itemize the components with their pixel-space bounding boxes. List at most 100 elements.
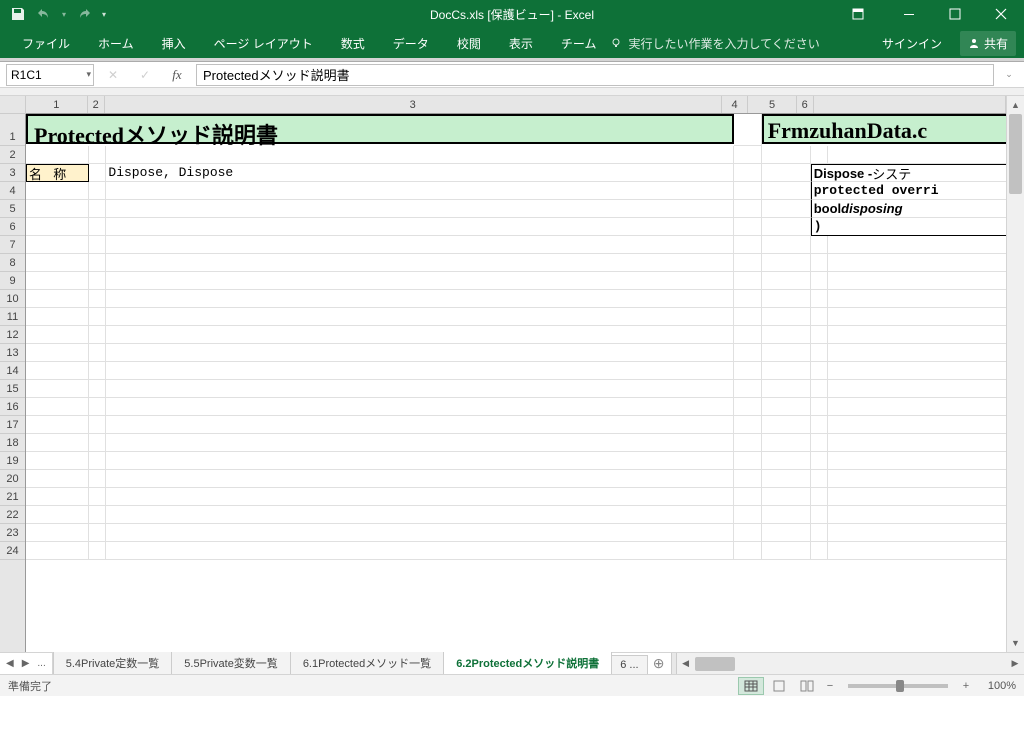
cell[interactable] [26, 362, 89, 380]
col-header[interactable]: 1 [26, 96, 88, 113]
enter-formula-button[interactable]: ✓ [132, 64, 158, 86]
cell[interactable] [734, 236, 761, 254]
label-cell-name[interactable]: 名 称 [26, 164, 89, 182]
col-header[interactable]: 3 [105, 96, 722, 113]
cell[interactable] [762, 290, 811, 308]
tell-me-search[interactable]: 実行したい作業を入力してください [610, 35, 819, 52]
row-header[interactable]: 22 [0, 506, 25, 524]
tab-home[interactable]: ホーム [84, 28, 148, 58]
cell[interactable] [734, 254, 761, 272]
cell[interactable] [89, 308, 107, 326]
cell[interactable] [89, 416, 107, 434]
cell[interactable] [89, 398, 107, 416]
cell[interactable] [734, 362, 761, 380]
cell[interactable] [811, 488, 829, 506]
cell[interactable] [811, 254, 829, 272]
maximize-button[interactable] [932, 0, 978, 28]
cell[interactable] [828, 506, 1024, 524]
cell[interactable] [89, 290, 107, 308]
minimize-button[interactable] [886, 0, 932, 28]
cell[interactable] [811, 398, 829, 416]
cell[interactable] [89, 362, 107, 380]
cell[interactable] [106, 380, 734, 398]
cell[interactable] [762, 236, 811, 254]
cell[interactable] [89, 164, 107, 182]
cell[interactable] [26, 146, 89, 164]
cell[interactable] [828, 380, 1024, 398]
cell[interactable] [734, 506, 761, 524]
cell[interactable] [762, 416, 811, 434]
cell[interactable] [89, 452, 107, 470]
cell[interactable] [811, 452, 829, 470]
cell[interactable] [811, 326, 829, 344]
cell[interactable] [106, 146, 734, 164]
cell[interactable] [828, 290, 1024, 308]
cell[interactable] [106, 254, 734, 272]
formula-input[interactable]: Protectedメソッド説明書 [196, 64, 994, 86]
cell[interactable] [734, 146, 761, 164]
cell[interactable] [26, 272, 89, 290]
cell[interactable] [734, 114, 761, 146]
cell[interactable] [89, 344, 107, 362]
row-header[interactable]: 12 [0, 326, 25, 344]
cell[interactable] [762, 182, 811, 200]
cell[interactable] [106, 416, 734, 434]
cell[interactable] [762, 164, 811, 182]
fx-button[interactable]: fx [164, 64, 190, 86]
cell[interactable] [89, 272, 107, 290]
cell[interactable] [811, 434, 829, 452]
sheet-nav-prev-icon[interactable]: ◀ [6, 658, 14, 669]
sheet-nav-next-icon[interactable]: ▶ [22, 658, 30, 669]
scroll-up-icon[interactable]: ▲ [1007, 96, 1024, 114]
cell[interactable] [26, 416, 89, 434]
chevron-down-icon[interactable]: ▾ [86, 69, 91, 80]
col-header[interactable]: 6 [797, 96, 814, 113]
row-header[interactable]: 2 [0, 146, 25, 164]
cell[interactable] [26, 308, 89, 326]
cell[interactable] [734, 290, 761, 308]
cell[interactable] [762, 488, 811, 506]
cell[interactable] [106, 488, 734, 506]
cell[interactable] [734, 308, 761, 326]
scroll-left-icon[interactable]: ◀ [677, 658, 695, 669]
cell[interactable] [734, 398, 761, 416]
cell[interactable] [734, 200, 761, 218]
cell[interactable] [828, 146, 1024, 164]
cell[interactable] [106, 470, 734, 488]
cell[interactable] [811, 470, 829, 488]
code-cell[interactable]: bool disposing [811, 200, 1024, 218]
sheet-tab-active[interactable]: 6.2Protectedメソッド説明書 [443, 650, 612, 674]
row-header[interactable]: 17 [0, 416, 25, 434]
cell[interactable] [762, 254, 811, 272]
scroll-right-icon[interactable]: ▶ [1006, 658, 1024, 669]
cell[interactable] [26, 524, 89, 542]
cell[interactable] [828, 416, 1024, 434]
row-header[interactable]: 9 [0, 272, 25, 290]
cell[interactable] [26, 380, 89, 398]
cell[interactable] [26, 344, 89, 362]
cell[interactable] [734, 344, 761, 362]
cell[interactable] [89, 434, 107, 452]
cell[interactable] [828, 524, 1024, 542]
cell[interactable] [734, 434, 761, 452]
cell[interactable] [26, 290, 89, 308]
cell[interactable] [89, 146, 107, 164]
cell[interactable] [828, 398, 1024, 416]
cell[interactable] [811, 524, 829, 542]
qat-customize-icon[interactable]: ▾ [102, 10, 106, 19]
cell-dispose[interactable]: Dispose, Dispose [106, 164, 734, 182]
cell[interactable] [734, 218, 761, 236]
tab-review[interactable]: 校閲 [443, 28, 495, 58]
cell[interactable] [89, 254, 107, 272]
cell[interactable] [106, 200, 734, 218]
cell[interactable] [734, 452, 761, 470]
cell[interactable] [828, 452, 1024, 470]
cell[interactable] [811, 146, 829, 164]
cell[interactable] [811, 236, 829, 254]
view-normal-icon[interactable] [738, 677, 764, 695]
sheet-tab[interactable]: 6.1Protectedメソッド一覧 [290, 651, 444, 674]
cell[interactable] [26, 434, 89, 452]
cell[interactable] [828, 470, 1024, 488]
view-pagelayout-icon[interactable] [766, 677, 792, 695]
cancel-formula-button[interactable]: ✕ [100, 64, 126, 86]
